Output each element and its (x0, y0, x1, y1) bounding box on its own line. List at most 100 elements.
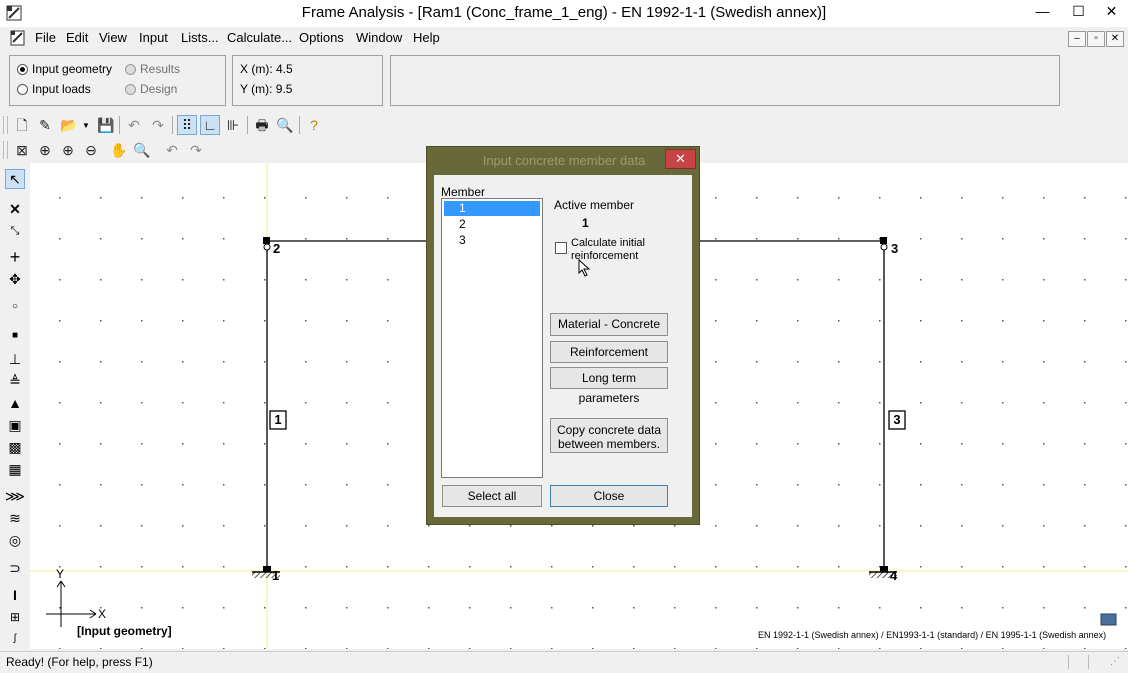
dimension-icon[interactable]: ⊪ (223, 115, 243, 135)
menu-window[interactable]: Window (356, 30, 402, 45)
fixed-joint-icon[interactable]: ■ (5, 326, 25, 346)
resize-grip-icon[interactable]: ⋰ (1110, 656, 1120, 667)
maximize-button[interactable]: ☐ (1062, 0, 1095, 22)
pan-hand-icon[interactable]: ✋ (109, 140, 129, 160)
grid-icon[interactable]: ⠿ (177, 115, 197, 135)
zoom-dynamic-icon[interactable]: 🔍 (132, 140, 152, 160)
mdi-minimize-button[interactable]: – (1068, 31, 1086, 47)
member-list-item[interactable]: 2 (444, 217, 540, 232)
calc-initial-checkbox[interactable] (555, 242, 567, 254)
new-file-icon[interactable]: 🗋 (12, 115, 32, 135)
node-1[interactable] (263, 566, 271, 572)
toolbar-separator (119, 116, 120, 134)
zoom-in-icon[interactable]: ⊕ (58, 140, 78, 160)
hinge-icon[interactable]: ○ (5, 297, 25, 317)
section-table-icon[interactable]: ⊞ (5, 607, 25, 627)
support-roller-icon[interactable]: ≜ (5, 371, 25, 391)
more-tools-icon[interactable]: ʃ (5, 629, 25, 649)
document-icon[interactable] (10, 30, 26, 46)
calc-initial-label-line1[interactable]: Calculate initial (571, 237, 645, 249)
toolbar-separator (172, 116, 173, 134)
menu-edit[interactable]: Edit (66, 30, 88, 45)
select-pointer-icon[interactable]: ↖ (5, 169, 25, 189)
menu-lists[interactable]: Lists... (181, 30, 219, 45)
snap-icon[interactable]: ∟ (200, 115, 220, 135)
print-icon[interactable]: 🖶 (252, 115, 272, 135)
axis-label-y: Y (56, 567, 65, 581)
results-label[interactable]: Results (140, 62, 180, 76)
member-list-item[interactable]: 1 (444, 201, 540, 216)
node-4[interactable] (880, 566, 888, 572)
mouse-cursor-icon (578, 258, 592, 280)
menu-input[interactable]: Input (139, 30, 168, 45)
delete-icon[interactable]: ✕ (5, 199, 25, 219)
menu-help[interactable]: Help (413, 30, 440, 45)
node-2[interactable] (263, 237, 270, 244)
support-fixed-icon[interactable]: ▲ (5, 393, 25, 413)
concrete-member-dialog: Input concrete member data ✕ Member 1 2 … (426, 146, 700, 525)
release-icon[interactable]: ⊃ (5, 558, 25, 578)
member-list-item[interactable]: 3 (444, 233, 540, 248)
move-node-icon[interactable]: ⤡ (5, 221, 25, 241)
redo-icon[interactable]: ↷ (148, 115, 168, 135)
edit-pen-icon[interactable]: ✎ (35, 115, 55, 135)
window-title: Frame Analysis - [Ram1 (Conc_frame_1_eng… (301, 4, 827, 21)
menu-bar: File Edit View Input Lists... Calculate.… (0, 27, 1128, 49)
reinforcement-button[interactable]: Reinforcement (550, 341, 668, 363)
long-term-parameters-button[interactable]: Long term parameters (550, 367, 668, 405)
print-preview-icon[interactable]: 🔍 (275, 115, 295, 135)
menu-file[interactable]: File (35, 30, 56, 45)
help-icon[interactable]: ? (304, 115, 324, 135)
close-button[interactable]: Close (550, 485, 668, 507)
minimize-button[interactable]: — (1026, 0, 1059, 22)
undo-icon[interactable]: ↶ (124, 115, 144, 135)
standards-text: EN 1992-1-1 (Swedish annex) / EN1993-1-1… (758, 630, 1107, 640)
input-loads-radio[interactable] (17, 84, 28, 95)
status-bar: Ready! (For help, press F1) ⋰ (0, 651, 1128, 673)
menu-view[interactable]: View (99, 30, 127, 45)
section-i-icon[interactable]: I (5, 585, 25, 605)
toolbar-separator (299, 116, 300, 134)
open-folder-icon[interactable]: 📂 (59, 115, 79, 135)
move-icon[interactable]: ✥ (5, 269, 25, 289)
vertical-spring-icon[interactable]: ≋ (5, 508, 25, 528)
toolbar-separator (247, 116, 248, 134)
copy-concrete-data-button[interactable]: Copy concrete data between members. (550, 418, 668, 453)
menu-options[interactable]: Options (299, 30, 344, 45)
spring-icon[interactable]: ⋙ (5, 486, 25, 506)
mdi-restore-button[interactable]: ▫ (1087, 31, 1105, 47)
add-node-icon[interactable]: + (5, 247, 25, 267)
zoom-out-icon[interactable]: ⊖ (81, 140, 101, 160)
input-geometry-radio[interactable] (17, 64, 28, 75)
rotational-spring-icon[interactable]: ◎ (5, 530, 25, 550)
toolbar-grip (3, 141, 8, 159)
zoom-window-icon[interactable]: ⊕ (35, 140, 55, 160)
mdi-close-button[interactable]: ✕ (1106, 31, 1124, 47)
design-radio[interactable] (125, 84, 136, 95)
save-icon[interactable]: 💾 (96, 115, 116, 135)
menu-calculate[interactable]: Calculate... (227, 30, 292, 45)
member-list[interactable]: 1 2 3 (441, 198, 543, 478)
hinge-node-2 (263, 243, 271, 251)
support-rotational-icon[interactable]: ▩ (5, 437, 25, 457)
material-concrete-button[interactable]: Material - Concrete (550, 313, 668, 336)
node-label-3: 3 (891, 241, 899, 256)
open-dropdown-icon[interactable]: ▼ (82, 121, 90, 130)
node-3[interactable] (880, 237, 887, 244)
support-pinned-icon[interactable]: ⊥ (5, 349, 25, 369)
support-other-icon[interactable]: ▦ (5, 459, 25, 479)
corner-icon[interactable] (1100, 613, 1117, 626)
input-loads-label[interactable]: Input loads (32, 82, 91, 96)
close-window-button[interactable]: ✕ (1095, 0, 1128, 22)
results-radio[interactable] (125, 64, 136, 75)
zoom-extents-icon[interactable]: ⊠ (12, 140, 32, 160)
zoom-undo-icon[interactable]: ↶ (162, 140, 182, 160)
title-bar: Frame Analysis - [Ram1 (Conc_frame_1_eng… (0, 0, 1128, 27)
input-geometry-label[interactable]: Input geometry (32, 62, 112, 76)
select-all-button[interactable]: Select all (442, 485, 542, 507)
dialog-close-icon[interactable]: ✕ (665, 149, 696, 169)
support-spring-icon[interactable]: ▣ (5, 415, 25, 435)
design-label[interactable]: Design (140, 82, 177, 96)
zoom-redo-icon[interactable]: ↷ (186, 140, 206, 160)
dialog-title: Input concrete member data (482, 153, 646, 168)
